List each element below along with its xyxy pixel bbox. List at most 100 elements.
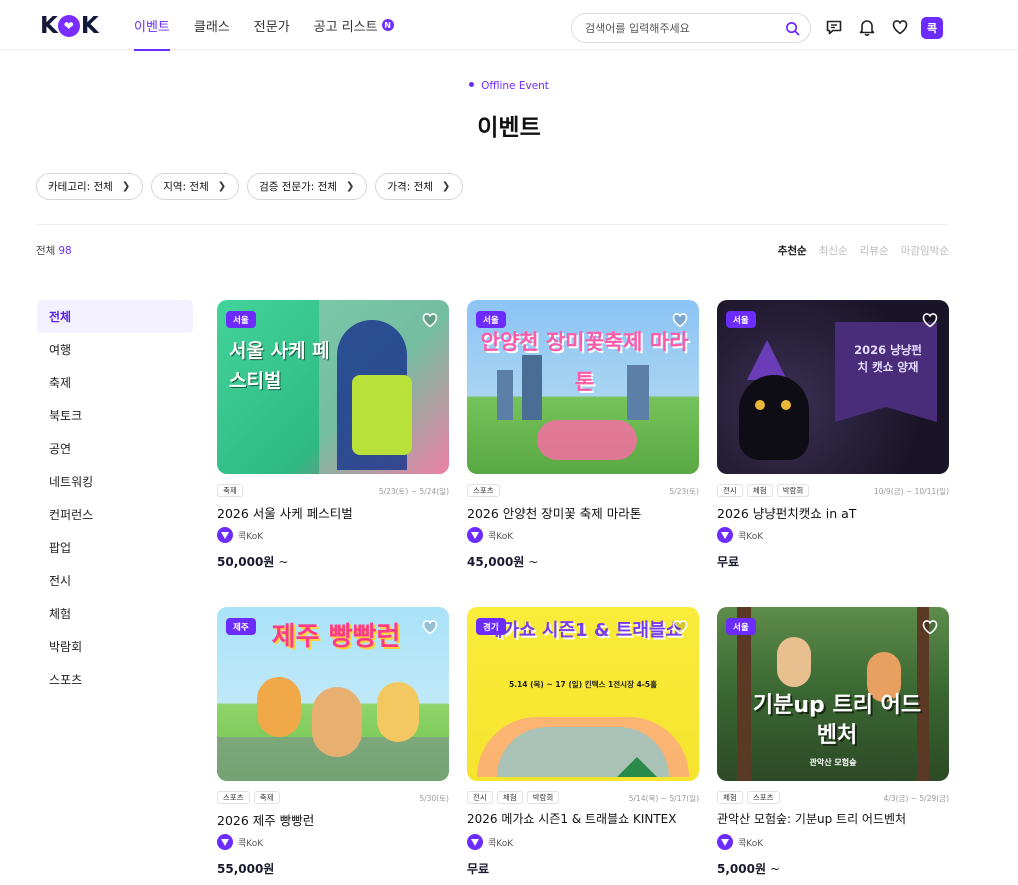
price-value: 5,000원	[717, 862, 766, 876]
tag-list: 전시 체험 박람회	[717, 484, 813, 497]
sidebar-item-travel[interactable]: 여행	[37, 333, 193, 366]
sidebar-item-exhibition[interactable]: 전시	[37, 564, 193, 597]
tag: 체험	[496, 791, 523, 804]
nav-experts[interactable]: 전문가	[254, 0, 290, 50]
event-title[interactable]: 관악산 모험숲: 기분up 트리 어드벤처	[717, 810, 953, 827]
tag: 체험	[717, 791, 743, 804]
region-badge: 제주	[226, 618, 256, 635]
tag-list: 전시 체험 박람회	[467, 791, 563, 804]
filter-label: 지역: 전체	[163, 181, 209, 193]
divider	[36, 224, 948, 225]
favorite-heart-icon[interactable]	[671, 618, 689, 636]
favorite-heart-icon[interactable]	[921, 311, 939, 329]
bell-icon[interactable]	[858, 18, 876, 36]
tag-list: 체험 스포츠	[717, 791, 784, 804]
event-price: 무료	[467, 860, 489, 877]
filter-region[interactable]: 지역: 전체 ❯	[151, 173, 240, 200]
sort-deadline[interactable]: 마감임박순	[901, 243, 949, 258]
filter-bar: 카테고리: 전체 ❯ 지역: 전체 ❯ 검증 전문가: 전체 ❯ 가격: 전체 ❯	[36, 173, 471, 200]
region-badge: 서울	[726, 311, 756, 328]
event-title[interactable]: 2026 제주 빵빵런	[217, 810, 453, 829]
sort-reviews[interactable]: 리뷰순	[860, 243, 889, 258]
host-avatar	[717, 834, 733, 850]
price-value: 55,000원	[217, 862, 275, 876]
host-info: 콕KoK	[217, 834, 263, 850]
tag: 스포츠	[746, 791, 780, 804]
region-badge: 서울	[476, 311, 506, 328]
sort-latest[interactable]: 최신순	[819, 243, 848, 258]
nav-job-list[interactable]: 공고 리스트 N	[314, 0, 394, 50]
kok-logo[interactable]: K ❤ K	[40, 13, 99, 39]
filter-price[interactable]: 가격: 전체 ❯	[375, 173, 464, 200]
logo-letter: K	[80, 13, 99, 39]
tag-list: 스포츠	[467, 484, 504, 497]
sidebar-item-festival[interactable]: 축제	[37, 366, 193, 399]
nav-label: 공고 리스트	[313, 19, 378, 35]
event-date: 5/23(토)	[669, 487, 699, 496]
filter-verified-expert[interactable]: 검증 전문가: 전체 ❯	[247, 173, 368, 200]
nav-events[interactable]: 이벤트	[134, 0, 170, 51]
price-value: 45,000원	[467, 555, 525, 569]
event-card[interactable]: 2026 냥냥펀치 캣쇼 양재 서울 전시 체험 박람회 10/9(금) ~ 10/…	[717, 300, 949, 590]
favorite-heart-icon[interactable]	[921, 618, 939, 636]
favorite-heart-icon[interactable]	[421, 618, 439, 636]
event-price: 5,000원 ~	[717, 860, 780, 877]
tag: 박람회	[526, 791, 560, 804]
event-card[interactable]: 기분up 트리 어드벤처 관악산 모험숲 서울 체험 스포츠 4/3(금) ~ 5…	[717, 607, 949, 885]
sort-recommended[interactable]: 추천순	[778, 243, 807, 258]
nav-label: 클래스	[193, 19, 230, 35]
search-icon[interactable]	[785, 21, 800, 36]
sidebar-item-performance[interactable]: 공연	[37, 432, 193, 465]
event-card[interactable]: 제주 빵빵런 제주 스포츠 축제 5/30(토) 2026 제주 빵빵런 콕KoK…	[217, 607, 449, 885]
tag: 체험	[746, 484, 773, 497]
event-card[interactable]: 서울 사케 페스티벌 서울 축제 5/23(토) ~ 5/24(일) 2026 …	[217, 300, 449, 590]
sidebar-item-expo[interactable]: 박람회	[37, 630, 193, 663]
kok-profile-button[interactable]: 콕	[921, 17, 943, 39]
event-title[interactable]: 2026 서울 사케 페스티벌	[217, 503, 453, 522]
thumbnail-text: 2026 냥냥펀치 캣쇼 양재	[854, 343, 922, 374]
event-price: 50,000원 ~	[217, 553, 288, 570]
chevron-right-icon: ❯	[121, 181, 131, 192]
thumbnail-text: 제주 빵빵런	[271, 622, 401, 652]
event-card[interactable]: 메가쇼 시즌1 & 트래블쇼 5.14 (목) ~ 17 (일) 킨텍스 1전시…	[467, 607, 699, 885]
section-eyebrow: Offline Event	[0, 80, 1018, 92]
event-date: 5/14(목) ~ 5/17(일)	[628, 794, 699, 803]
event-title[interactable]: 2026 메가쇼 시즌1 & 트래블쇼 KINTEX	[467, 810, 703, 827]
event-date: 10/9(금) ~ 10/11(일)	[873, 487, 949, 496]
chat-icon[interactable]	[825, 18, 843, 36]
tag: 스포츠	[217, 791, 250, 804]
sidebar-item-popup[interactable]: 팝업	[37, 531, 193, 564]
result-label: 전체	[36, 245, 56, 257]
price-value: 무료	[467, 862, 490, 876]
filter-label: 가격: 전체	[387, 181, 433, 193]
host-info: 콕KoK	[467, 834, 513, 850]
kok-icon	[471, 839, 479, 846]
event-price: 45,000원 ~	[467, 553, 538, 570]
kok-icon	[721, 532, 729, 539]
kok-icon	[221, 839, 229, 846]
nav-label: 전문가	[253, 19, 290, 35]
sidebar-item-conference[interactable]: 컨퍼런스	[37, 498, 193, 531]
tag-list: 축제	[217, 484, 247, 497]
event-title[interactable]: 2026 안양천 장미꽃 축제 마라톤	[467, 503, 703, 522]
sidebar-item-all[interactable]: 전체	[37, 300, 193, 333]
heart-icon[interactable]	[891, 18, 909, 36]
region-badge: 경기	[476, 618, 506, 635]
sidebar-item-sports[interactable]: 스포츠	[37, 663, 193, 696]
sidebar-item-experience[interactable]: 체험	[37, 597, 193, 630]
event-card[interactable]: 안양천 장미꽃축제 마라톤 서울 스포츠 5/23(토) 2026 안양천 장미…	[467, 300, 699, 590]
search-box	[571, 13, 811, 43]
sidebar-item-booktalk[interactable]: 북토크	[37, 399, 193, 432]
favorite-heart-icon[interactable]	[671, 311, 689, 329]
top-header: K ❤ K 이벤트 클래스 전문가 공고 리스트N 콕	[0, 0, 1018, 51]
favorite-heart-icon[interactable]	[421, 311, 439, 329]
sidebar-item-networking[interactable]: 네트워킹	[37, 465, 193, 498]
main-nav: 이벤트 클래스 전문가 공고 리스트 N	[134, 0, 418, 51]
event-date: 5/23(토) ~ 5/24(일)	[378, 487, 449, 496]
region-badge: 서울	[726, 618, 756, 635]
tag: 축제	[253, 791, 280, 804]
search-input[interactable]	[585, 20, 775, 36]
event-title[interactable]: 2026 냥냥펀치캣쇼 in aT	[717, 503, 953, 522]
filter-category[interactable]: 카테고리: 전체 ❯	[36, 173, 144, 200]
nav-classes[interactable]: 클래스	[194, 0, 230, 50]
